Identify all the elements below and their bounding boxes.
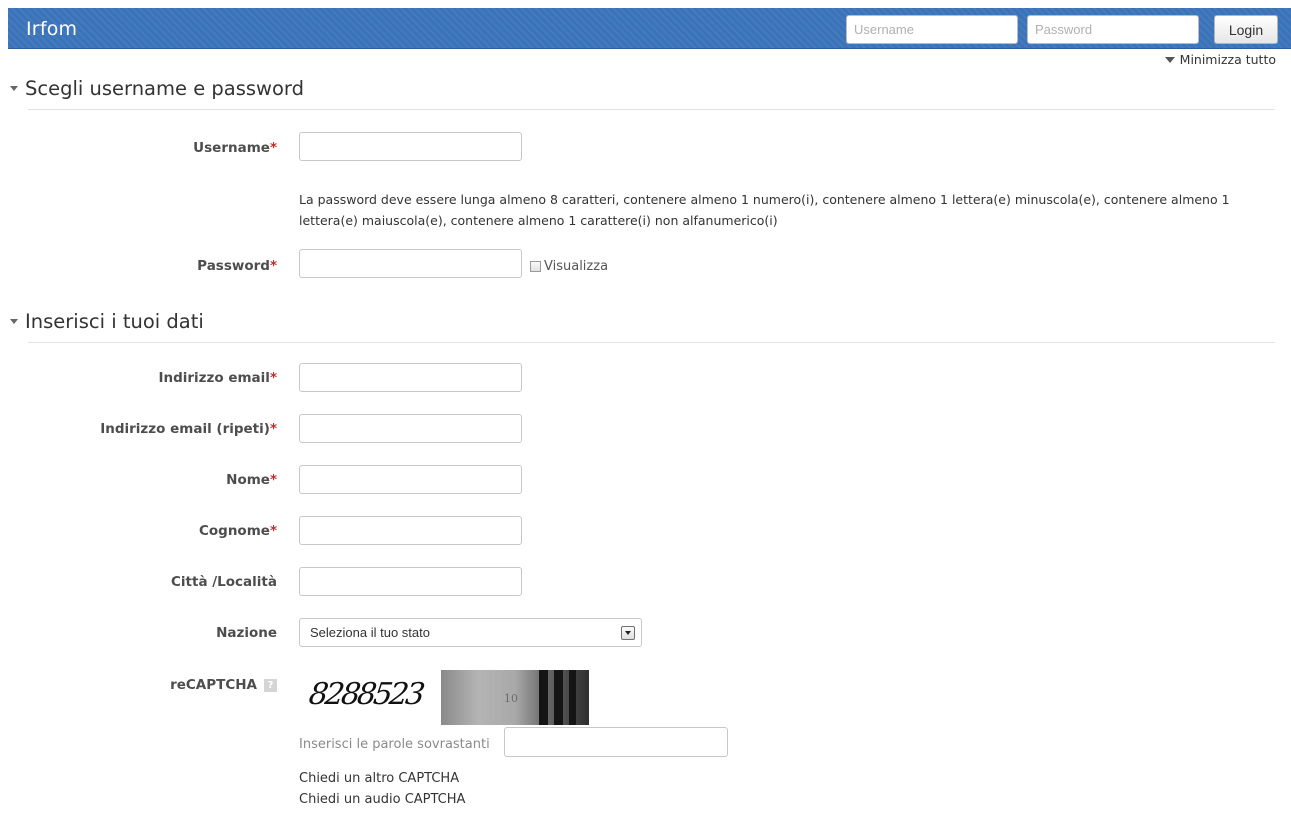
required-asterisk: * xyxy=(269,258,277,274)
captcha-photo-number: 10 xyxy=(504,692,518,705)
svg-text:8288523: 8288523 xyxy=(307,677,426,712)
captcha-distorted-text: 8288523 xyxy=(307,677,426,712)
site-brand[interactable]: Irfom xyxy=(26,18,77,40)
section-title: Inserisci i tuoi dati xyxy=(25,310,204,333)
collapse-all-label: Minimizza tutto xyxy=(1179,52,1276,67)
country-select[interactable]: Seleziona il tuo stato xyxy=(299,618,642,647)
captcha-audio-link[interactable]: Chiedi un audio CAPTCHA xyxy=(299,792,465,807)
chevron-down-icon[interactable] xyxy=(621,626,635,640)
navbar-password-input[interactable] xyxy=(1027,15,1199,44)
recaptcha-label: reCAPTCHA? xyxy=(170,677,277,693)
city-label: Città /Località xyxy=(171,574,277,590)
triangle-down-icon xyxy=(1164,56,1175,63)
show-password-label: Visualizza xyxy=(544,259,609,274)
section-divider xyxy=(28,342,1275,343)
email-field[interactable] xyxy=(299,363,522,392)
password-field[interactable] xyxy=(299,249,522,278)
show-password-toggle[interactable]: Visualizza xyxy=(530,259,608,274)
captcha-response-input[interactable] xyxy=(504,727,728,757)
section-title: Scegli username e password xyxy=(25,77,304,100)
firstname-field[interactable] xyxy=(299,465,522,494)
email-label: Indirizzo email* xyxy=(158,370,277,386)
email-repeat-label: Indirizzo email (ripeti)* xyxy=(100,421,277,437)
section-header-details[interactable]: Inserisci i tuoi dati xyxy=(10,310,204,333)
required-asterisk: * xyxy=(269,140,277,156)
email-repeat-field[interactable] xyxy=(299,414,522,443)
captcha-prompt-label: Inserisci le parole sovrastanti xyxy=(299,737,490,752)
password-policy-text: La password deve essere lunga almeno 8 c… xyxy=(299,192,1230,228)
triangle-down-icon xyxy=(10,86,18,91)
section-header-account[interactable]: Scegli username e password xyxy=(10,77,304,100)
navbar-username-input[interactable] xyxy=(846,15,1018,44)
captcha-word-image: 8288523 xyxy=(299,668,437,725)
section-divider xyxy=(28,109,1275,110)
username-label: Username* xyxy=(193,140,277,156)
show-password-checkbox[interactable] xyxy=(530,261,541,272)
lastname-field[interactable] xyxy=(299,516,522,545)
password-label: Password* xyxy=(197,258,277,274)
top-navbar: Irfom Login xyxy=(8,8,1291,49)
city-field[interactable] xyxy=(299,567,522,596)
collapse-all-link[interactable]: Minimizza tutto xyxy=(1164,52,1276,67)
required-asterisk: * xyxy=(269,523,277,539)
help-icon[interactable]: ? xyxy=(264,678,277,692)
signup-page: Irfom Login Minimizza tutto Scegli usern… xyxy=(0,0,1291,814)
triangle-down-icon xyxy=(10,319,18,324)
captcha-photo-image: 10 xyxy=(441,670,589,725)
lastname-label: Cognome* xyxy=(198,523,277,539)
firstname-label: Nome* xyxy=(226,472,277,488)
country-select-value: Seleziona il tuo stato xyxy=(310,625,430,640)
required-asterisk: * xyxy=(269,421,277,437)
required-asterisk: * xyxy=(269,472,277,488)
captcha-new-link[interactable]: Chiedi un altro CAPTCHA xyxy=(299,771,459,786)
login-button[interactable]: Login xyxy=(1214,15,1278,44)
required-asterisk: * xyxy=(269,370,277,386)
country-label: Nazione xyxy=(216,625,277,641)
username-field[interactable] xyxy=(299,132,522,161)
